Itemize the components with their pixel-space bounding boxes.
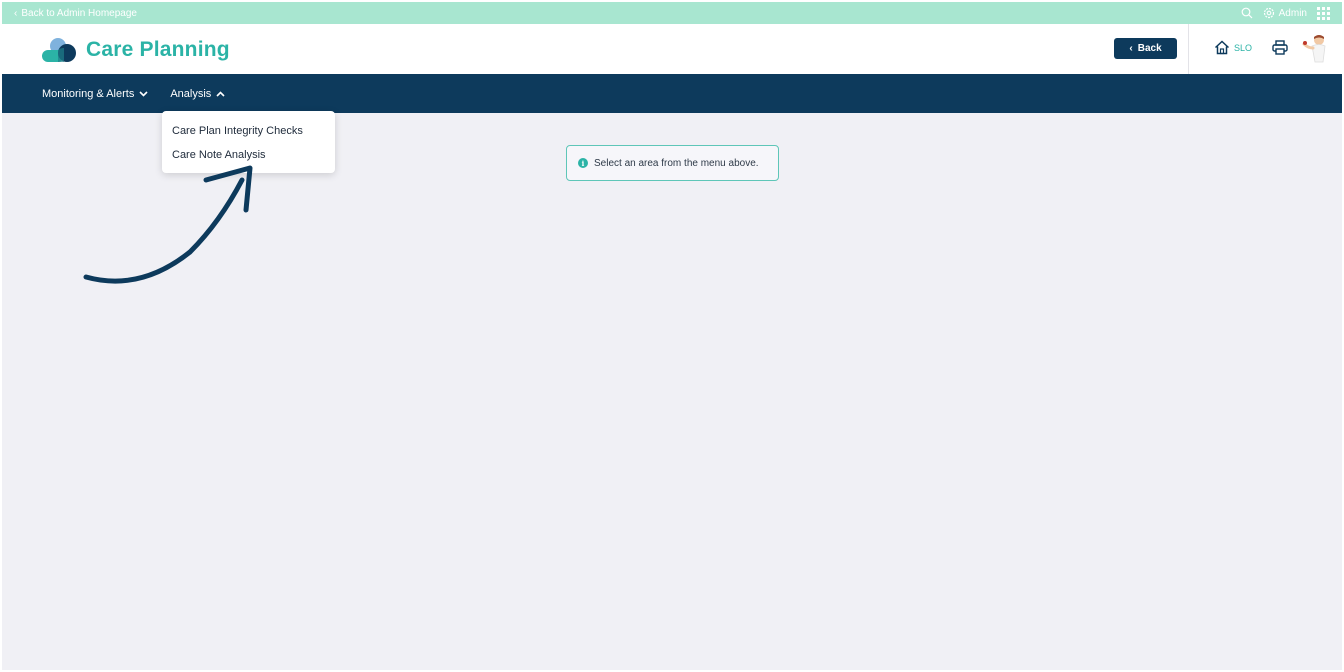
- info-notice-text: Select an area from the menu above.: [594, 157, 759, 169]
- logo-icon: [40, 36, 78, 64]
- print-icon: [1272, 40, 1288, 55]
- top-strip: ‹ Back to Admin Homepage Admin: [2, 2, 1342, 24]
- menu-item-care-plan-integrity-checks[interactable]: Care Plan Integrity Checks: [162, 119, 335, 143]
- header-divider: [1188, 24, 1189, 74]
- avatar[interactable]: [1300, 32, 1332, 64]
- nav-item-label: Analysis: [170, 87, 212, 100]
- home-link[interactable]: SLO: [1214, 40, 1252, 55]
- app-frame: ‹ Back to Admin Homepage Admin Care Plan…: [2, 2, 1342, 670]
- app-title: Care Planning: [86, 38, 230, 61]
- app-header: Care Planning ‹ Back SLO: [2, 24, 1342, 74]
- chevron-down-icon: [139, 90, 148, 97]
- apps-grid-icon[interactable]: [1317, 6, 1330, 20]
- search-icon[interactable]: [1241, 7, 1253, 19]
- home-icon: [1214, 40, 1230, 55]
- main-nav: Monitoring & Alerts Analysis: [2, 74, 1342, 113]
- nav-item-label: Monitoring & Alerts: [42, 87, 135, 100]
- top-right-tools: Admin: [1241, 6, 1330, 20]
- brand[interactable]: Care Planning: [40, 36, 230, 64]
- back-to-admin-label: Back to Admin Homepage: [21, 7, 137, 19]
- chevron-up-icon: [216, 90, 225, 97]
- admin-menu[interactable]: Admin: [1263, 7, 1307, 19]
- chevron-left-icon: ‹: [1129, 43, 1133, 54]
- home-label: SLO: [1234, 42, 1253, 53]
- print-button[interactable]: [1272, 40, 1288, 60]
- back-button-label: Back: [1137, 43, 1162, 54]
- gear-icon: [1263, 7, 1275, 19]
- admin-label: Admin: [1278, 7, 1307, 19]
- nav-item-analysis[interactable]: Analysis: [170, 88, 225, 100]
- annotation-arrow-icon: [83, 165, 253, 284]
- chevron-left-icon: ‹: [14, 7, 18, 19]
- info-notice: i Select an area from the menu above.: [566, 145, 779, 181]
- back-button[interactable]: ‹ Back: [1114, 38, 1177, 59]
- back-to-admin-link[interactable]: ‹ Back to Admin Homepage: [14, 8, 137, 19]
- nav-item-monitoring-alerts[interactable]: Monitoring & Alerts: [42, 88, 148, 100]
- info-icon: i: [578, 158, 588, 168]
